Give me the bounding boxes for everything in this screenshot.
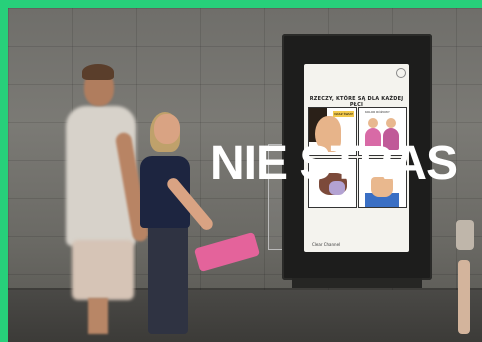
partial-person-leg	[458, 260, 470, 334]
panel-1-label: NASZ ŚWIAT	[333, 111, 354, 117]
billboard-base	[292, 278, 422, 288]
woman-pants	[148, 224, 188, 334]
man-hair	[82, 64, 114, 80]
person-head-illustration	[368, 118, 378, 128]
headline-overlay: NIE STRAS	[210, 137, 458, 190]
partial-person-bag	[456, 220, 474, 250]
walking-woman	[140, 112, 220, 334]
frame-accent-left	[0, 0, 8, 342]
partial-person	[456, 180, 474, 334]
screen-logo-icon	[396, 68, 406, 78]
woman-head	[154, 114, 180, 144]
walking-man	[62, 62, 150, 334]
man-shorts	[72, 240, 134, 300]
photo-frame: RZECZY, KTÓRE SĄ DLA KAŻDEJ PŁCI NASZ ŚW…	[0, 0, 482, 342]
person-head-illustration	[386, 118, 396, 128]
panel-2-label: KOLOR RÓŻOWY	[365, 110, 390, 114]
man-leg	[88, 298, 108, 334]
brand-label: Clear Channel	[312, 242, 341, 247]
frame-accent-top	[0, 0, 482, 8]
